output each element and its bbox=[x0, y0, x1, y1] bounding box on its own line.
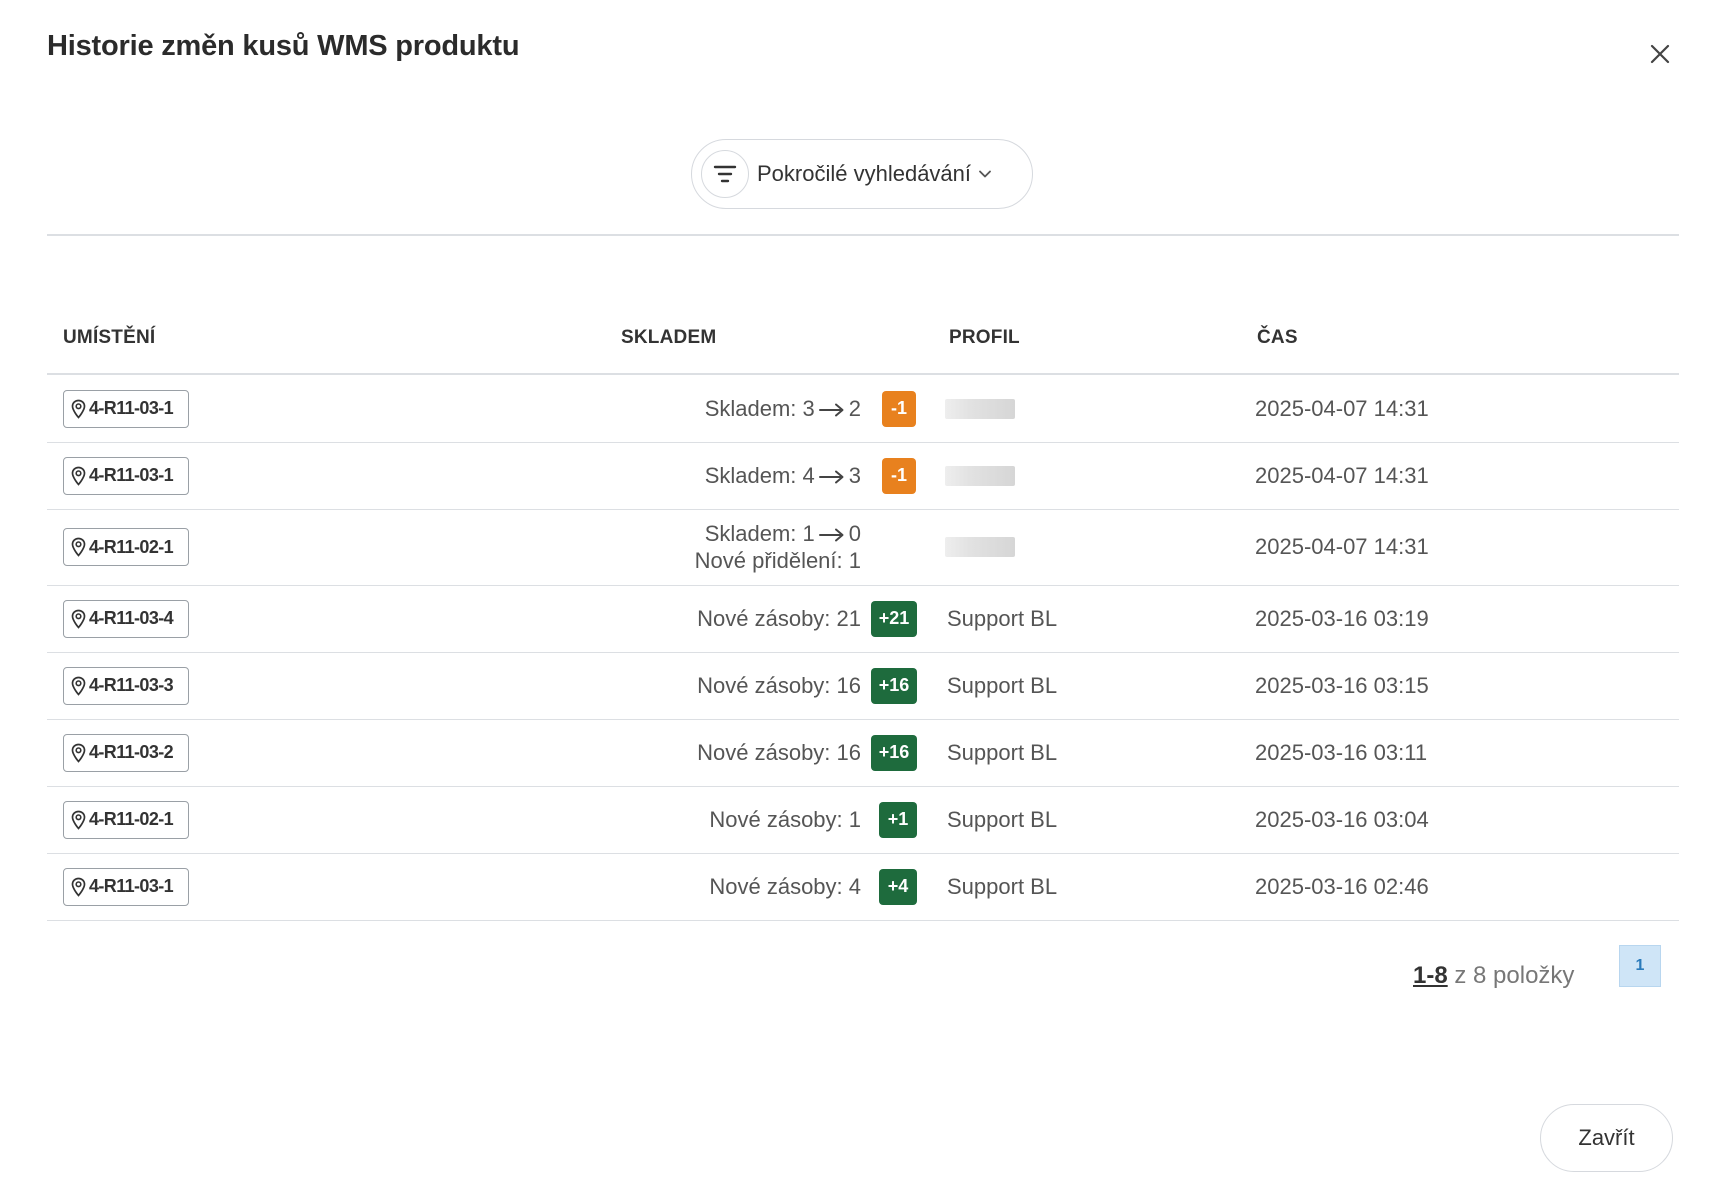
map-pin-icon bbox=[71, 399, 86, 419]
stock-delta-badge: +16 bbox=[871, 667, 917, 704]
change-time: 2025-03-16 03:04 bbox=[1255, 806, 1429, 832]
location-tag[interactable]: 4-R11-03-4 bbox=[63, 599, 189, 638]
profile-redacted bbox=[945, 465, 1015, 486]
close-footer-button[interactable]: Zavřít bbox=[1540, 1104, 1673, 1172]
location-code: 4-R11-03-4 bbox=[89, 608, 174, 628]
pagination-total: z 8 položky bbox=[1454, 962, 1575, 989]
column-header-profile: PROFIL bbox=[949, 327, 1020, 348]
location-code: 4-R11-03-1 bbox=[89, 398, 174, 418]
location-tag[interactable]: 4-R11-03-2 bbox=[63, 733, 189, 772]
map-pin-icon bbox=[71, 877, 86, 897]
table-row: 4-R11-03-1 Nové zásoby: 4 +4 Support BL 2025… bbox=[47, 853, 1679, 921]
map-pin-icon bbox=[71, 609, 86, 629]
stock-change-line: Nové přidělení: 1 bbox=[694, 548, 861, 573]
location-tag[interactable]: 4-R11-03-1 bbox=[63, 389, 189, 428]
stock-change: Skladem: 32 bbox=[705, 395, 861, 422]
profile-name: Support BL bbox=[947, 672, 1058, 698]
map-pin-icon bbox=[71, 466, 86, 486]
modal-title: Historie změn kusů WMS produktu bbox=[47, 30, 520, 62]
filter-icon bbox=[713, 165, 737, 183]
map-pin-icon bbox=[71, 810, 86, 830]
chevron-down-icon bbox=[979, 170, 991, 178]
map-pin-icon bbox=[71, 537, 86, 557]
stock-delta-badge: +4 bbox=[879, 868, 917, 905]
profile-name: Support BL bbox=[947, 806, 1058, 832]
stock-delta-badge: +21 bbox=[871, 600, 917, 637]
stock-delta-badge: -1 bbox=[882, 390, 916, 427]
change-time: 2025-04-07 14:31 bbox=[1255, 462, 1429, 488]
stock-change-line: Nové zásoby: 16 bbox=[697, 673, 861, 698]
arrow-right-icon bbox=[818, 470, 844, 484]
stock-change-line: Nové zásoby: 16 bbox=[697, 740, 861, 765]
stock-change: Skladem: 1 0 Nové přidělení: 1 bbox=[695, 520, 861, 574]
change-time: 2025-03-16 03:19 bbox=[1255, 605, 1429, 631]
change-time: 2025-03-16 03:15 bbox=[1255, 672, 1429, 698]
close-icon bbox=[1650, 44, 1670, 64]
table-row: 4-R11-03-1 Skladem: 4 3 -1 2025-04-07 14:31 bbox=[47, 442, 1679, 510]
close-button[interactable] bbox=[1644, 38, 1676, 70]
stock-change-line: Skladem: 32 bbox=[704, 396, 861, 421]
stock-change-line: Skladem: 10 bbox=[704, 521, 861, 546]
location-code: 4-R11-03-1 bbox=[89, 876, 174, 896]
location-tag[interactable]: 4-R11-02-1 bbox=[63, 528, 189, 566]
table-row: 4-R11-03-4 Nové zásoby: 21 +21 Support BL 20… bbox=[47, 585, 1679, 653]
stock-change: Skladem: 43 bbox=[705, 462, 861, 489]
location-code: 4-R11-02-1 bbox=[89, 536, 174, 557]
location-code: 4-R11-03-1 bbox=[89, 465, 174, 485]
stock-change: Nové zásoby: 16 bbox=[697, 672, 861, 699]
table-row: 4-R11-03-1 Skladem: 3 2 -1 2025-04-07 14:31 bbox=[47, 375, 1679, 443]
advanced-search-toggle[interactable]: Pokročilé vyhledávání bbox=[691, 139, 1033, 209]
location-code: 4-R11-03-3 bbox=[89, 675, 174, 695]
table-row: 4-R11-02-1 Skladem: 1 0 Nové přidělení: 1 20… bbox=[47, 509, 1679, 586]
location-tag[interactable]: 4-R11-03-3 bbox=[63, 666, 189, 705]
filter-divider bbox=[47, 234, 1679, 236]
column-header-location: UMÍSTĚNÍ bbox=[63, 327, 156, 348]
stock-change: Nové zásoby: 16 bbox=[697, 739, 861, 766]
column-header-time: ČAS bbox=[1257, 327, 1298, 348]
map-pin-icon bbox=[71, 676, 86, 696]
stock-delta-badge: -1 bbox=[882, 457, 916, 494]
column-header-stock: SKLADEM bbox=[621, 327, 717, 348]
table-row: 4-R11-03-3 Nové zásoby: 16 +16 Support BL 20… bbox=[47, 652, 1679, 720]
profile-redacted bbox=[945, 398, 1015, 419]
location-code: 4-R11-02-1 bbox=[89, 809, 174, 829]
profile-name: Support BL bbox=[947, 739, 1058, 765]
location-tag[interactable]: 4-R11-02-1 bbox=[63, 800, 189, 839]
location-tag[interactable]: 4-R11-03-1 bbox=[63, 867, 189, 906]
arrow-right-icon bbox=[818, 403, 844, 417]
page-button-current[interactable]: 1 bbox=[1619, 945, 1661, 987]
change-time: 2025-03-16 03:11 bbox=[1255, 739, 1428, 765]
arrow-right-icon bbox=[818, 528, 844, 542]
pagination-summary: 1-8 z 8 položky bbox=[1413, 962, 1574, 990]
profile-redacted bbox=[945, 537, 1015, 557]
stock-change: Nové zásoby: 4 bbox=[709, 873, 861, 900]
change-time: 2025-04-07 14:31 bbox=[1255, 534, 1429, 559]
stock-change-line: Nové zásoby: 4 bbox=[709, 874, 861, 899]
stock-delta-badge: +16 bbox=[871, 734, 917, 771]
advanced-search-label: Pokročilé vyhledávání bbox=[757, 161, 972, 186]
profile-name: Support BL bbox=[947, 873, 1058, 899]
change-time: 2025-04-07 14:31 bbox=[1255, 395, 1429, 421]
table-row: 4-R11-02-1 Nové zásoby: 1 +1 Support BL 2025… bbox=[47, 786, 1679, 854]
stock-change-line: Nové zásoby: 21 bbox=[697, 606, 861, 631]
stock-change-line: Nové zásoby: 1 bbox=[709, 807, 861, 832]
table-row: 4-R11-03-2 Nové zásoby: 16 +16 Support BL 20… bbox=[47, 719, 1679, 787]
stock-delta-badge: +1 bbox=[879, 801, 917, 838]
profile-name: Support BL bbox=[947, 605, 1058, 631]
pagination-range[interactable]: 1-8 bbox=[1413, 962, 1448, 989]
filter-icon-wrap bbox=[701, 150, 749, 198]
location-code: 4-R11-03-2 bbox=[89, 742, 174, 762]
change-time: 2025-03-16 02:46 bbox=[1255, 873, 1429, 899]
stock-change-line: Skladem: 43 bbox=[704, 463, 861, 488]
stock-change: Nové zásoby: 1 bbox=[709, 806, 861, 833]
map-pin-icon bbox=[71, 743, 86, 763]
location-tag[interactable]: 4-R11-03-1 bbox=[63, 456, 189, 495]
stock-change: Nové zásoby: 21 bbox=[697, 605, 861, 632]
